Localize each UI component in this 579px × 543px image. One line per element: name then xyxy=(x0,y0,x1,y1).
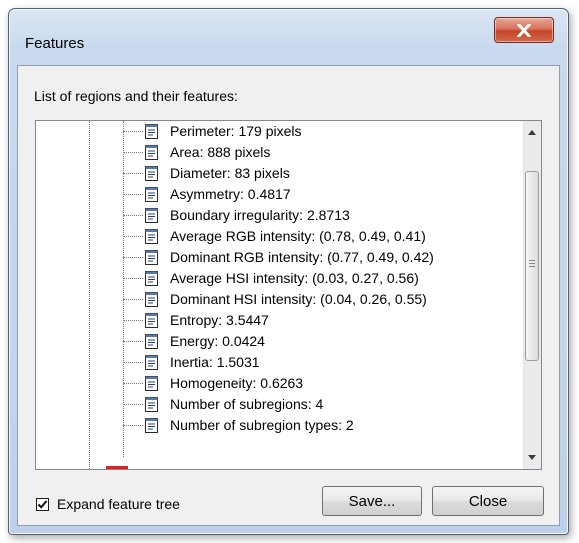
document-icon xyxy=(145,229,158,244)
feature-label: Entropy: 3.5447 xyxy=(170,312,269,328)
document-icon xyxy=(145,334,158,349)
features-dialog: Features List of regions and their featu… xyxy=(8,8,569,535)
feature-row[interactable]: Diameter: 83 pixels xyxy=(36,163,516,184)
tree-connector xyxy=(123,278,143,279)
checkmark-icon xyxy=(37,499,48,509)
feature-label: Diameter: 83 pixels xyxy=(170,165,290,181)
grip-line xyxy=(529,266,535,267)
feature-label: Dominant HSI intensity: (0.04, 0.26, 0.5… xyxy=(170,291,427,307)
feature-row[interactable]: Boundary irregularity: 2.8713 xyxy=(36,205,516,226)
document-icon xyxy=(145,187,158,202)
document-icon xyxy=(145,355,158,370)
expand-tree-checkbox[interactable] xyxy=(36,497,49,511)
grip-line xyxy=(529,263,535,264)
feature-label: Average RGB intensity: (0.78, 0.49, 0.41… xyxy=(170,228,426,244)
feature-row[interactable]: Perimeter: 179 pixels xyxy=(36,121,516,142)
tree-connector xyxy=(123,257,143,258)
window-close-button[interactable] xyxy=(494,17,554,43)
close-icon xyxy=(517,23,531,37)
tree-connector xyxy=(123,383,143,384)
document-icon xyxy=(145,292,158,307)
feature-row[interactable]: Dominant RGB intensity: (0.77, 0.49, 0.4… xyxy=(36,247,516,268)
tree-connector xyxy=(123,404,143,405)
expand-tree-label: Expand feature tree xyxy=(57,496,180,512)
feature-tree[interactable]: Perimeter: 179 pixels Area: 888 pixels Dia… xyxy=(35,120,542,470)
feature-row[interactable]: Average RGB intensity: (0.78, 0.49, 0.41… xyxy=(36,226,516,247)
document-icon xyxy=(145,208,158,223)
feature-row[interactable]: Energy: 0.0424 xyxy=(36,331,516,352)
tree-connector xyxy=(123,299,143,300)
tree-connector xyxy=(123,341,143,342)
save-button[interactable]: Save... xyxy=(322,486,422,516)
list-caption: List of regions and their features: xyxy=(34,88,238,104)
document-icon xyxy=(145,250,158,265)
scroll-down-arrow-icon[interactable] xyxy=(528,455,536,460)
feature-label: Boundary irregularity: 2.8713 xyxy=(170,207,350,223)
feature-row[interactable]: Entropy: 3.5447 xyxy=(36,310,516,331)
selection-marker xyxy=(106,466,128,469)
tree-connector xyxy=(123,425,143,426)
feature-label: Number of subregions: 4 xyxy=(170,396,324,412)
tree-connector xyxy=(123,215,143,216)
expand-tree-option[interactable]: Expand feature tree xyxy=(36,496,180,512)
feature-label: Dominant RGB intensity: (0.77, 0.49, 0.4… xyxy=(170,249,434,265)
document-icon xyxy=(145,418,158,433)
feature-label: Perimeter: 179 pixels xyxy=(170,123,302,139)
feature-row[interactable]: Area: 888 pixels xyxy=(36,142,516,163)
feature-row[interactable]: Inertia: 1.5031 xyxy=(36,352,516,373)
vertical-scrollbar[interactable] xyxy=(523,121,541,469)
tree-connector xyxy=(123,362,143,363)
feature-row[interactable]: Asymmetry: 0.4817 xyxy=(36,184,516,205)
feature-label: Asymmetry: 0.4817 xyxy=(170,186,291,202)
feature-row[interactable]: Dominant HSI intensity: (0.04, 0.26, 0.5… xyxy=(36,289,516,310)
feature-row[interactable]: Number of subregion types: 2 xyxy=(36,415,516,436)
document-icon xyxy=(145,271,158,286)
feature-label: Energy: 0.0424 xyxy=(170,333,265,349)
tree-connector xyxy=(123,131,143,132)
document-icon xyxy=(145,376,158,391)
tree-connector xyxy=(123,173,143,174)
document-icon xyxy=(145,124,158,139)
tree-connector xyxy=(123,236,143,237)
document-icon xyxy=(145,397,158,412)
tree-connector xyxy=(123,320,143,321)
feature-label: Homogeneity: 0.6263 xyxy=(170,375,304,391)
grip-line xyxy=(529,260,535,261)
feature-row[interactable]: Average HSI intensity: (0.03, 0.27, 0.56… xyxy=(36,268,516,289)
tree-connector xyxy=(123,194,143,195)
feature-row[interactable]: Homogeneity: 0.6263 xyxy=(36,373,516,394)
window-title: Features xyxy=(25,35,85,52)
scroll-thumb[interactable] xyxy=(525,171,539,361)
document-icon xyxy=(145,145,158,160)
scroll-up-arrow-icon[interactable] xyxy=(528,130,536,135)
feature-label: Area: 888 pixels xyxy=(170,144,271,160)
document-icon xyxy=(145,313,158,328)
feature-label: Average HSI intensity: (0.03, 0.27, 0.56… xyxy=(170,270,419,286)
feature-row[interactable]: Number of subregions: 4 xyxy=(36,394,516,415)
close-button[interactable]: Close xyxy=(432,486,544,516)
dialog-body: List of regions and their features: Peri… xyxy=(17,65,560,526)
document-icon xyxy=(145,166,158,181)
feature-label: Inertia: 1.5031 xyxy=(170,354,260,370)
tree-connector xyxy=(123,152,143,153)
feature-label: Number of subregion types: 2 xyxy=(170,417,354,433)
